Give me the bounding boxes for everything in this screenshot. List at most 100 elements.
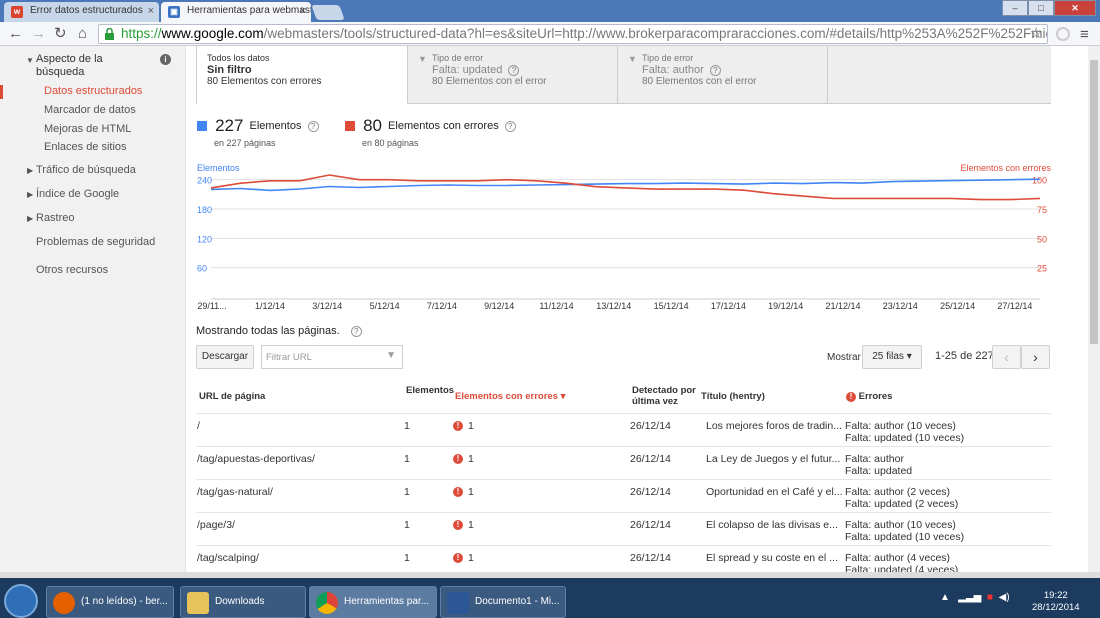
error-icon: ! xyxy=(846,392,856,402)
signal-icon[interactable]: ▂▃▅ xyxy=(958,592,981,603)
close-tab-icon[interactable]: × xyxy=(148,5,154,17)
errors-summary[interactable]: 80 Elementos con errores ? en 80 páginas xyxy=(345,116,516,148)
maximize-icon[interactable]: □ xyxy=(1028,0,1054,16)
cell-url[interactable]: /tag/gas-natural/ xyxy=(197,486,273,498)
cell-url[interactable]: /page/3/ xyxy=(197,519,235,531)
items-summary[interactable]: 227 Elementos ? en 227 páginas xyxy=(197,116,319,148)
error-icon: ! xyxy=(453,487,463,497)
sidebar-item-other-resources[interactable]: Otros recursos xyxy=(36,264,108,276)
taskbar-chrome[interactable]: Herramientas par... xyxy=(309,586,437,618)
x-tick-label: 23/12/14 xyxy=(883,301,918,311)
forward-icon[interactable]: → xyxy=(31,25,46,42)
col-errors[interactable]: Elementos con errores ▾ xyxy=(455,391,565,402)
system-tray: ▲ ▂▃▅ ■ ◀) xyxy=(940,592,1010,603)
cell-detected: 26/12/14 xyxy=(630,420,671,432)
cell-url[interactable]: /tag/scalping/ xyxy=(197,552,259,564)
filter-url-input[interactable]: Filtrar URL ▼ xyxy=(261,345,403,369)
menu-icon[interactable]: ≡ xyxy=(1080,26,1089,43)
cell-items: 1 xyxy=(404,453,410,465)
filter-tab-missing-author[interactable]: ▼ Tipo de error Falta: author ? 80 Eleme… xyxy=(618,46,828,104)
filter-tab-all[interactable]: Todos los datos Sin filtro 80 Elementos … xyxy=(196,46,408,104)
address-bar[interactable]: https://www.google.com/webmasters/tools/… xyxy=(98,24,1048,44)
table-row[interactable]: /page/3/1 1 26/12/14 El colapso de las divi… xyxy=(196,513,1051,546)
y-right-tick: 25 xyxy=(1037,264,1047,274)
taskbar-downloads[interactable]: Downloads xyxy=(180,586,306,618)
col-items[interactable]: Elementos xyxy=(406,385,454,396)
show-hidden-icons-icon[interactable]: ▲ xyxy=(940,592,950,603)
sidebar-item-security-issues[interactable]: Problemas de seguridad xyxy=(36,236,155,248)
sidebar-item-structured-data[interactable]: Datos estructurados xyxy=(44,85,142,97)
taskbar-word[interactable]: Documento1 - Mi... xyxy=(440,586,566,618)
network-alert-icon[interactable]: ■ xyxy=(987,592,993,603)
cell-errors: 1 xyxy=(468,453,474,465)
close-window-icon[interactable]: ✕ xyxy=(1054,0,1096,16)
scrollbar-thumb[interactable] xyxy=(1090,60,1098,344)
sidebar-item-sitelinks[interactable]: Enlaces de sitios xyxy=(44,141,127,153)
windows-start-icon[interactable] xyxy=(4,584,38,618)
col-detected[interactable]: Detectado por última vez xyxy=(632,385,698,407)
sidebar-item-html-improvements[interactable]: Mejoras de HTML xyxy=(44,123,131,135)
browser-toolbar: ← → ↻ ⌂ https://www.google.com/webmaster… xyxy=(0,22,1100,46)
cell-detected: 26/12/14 xyxy=(630,519,671,531)
cell-detected: 26/12/14 xyxy=(630,453,671,465)
error-line: Falta: author (10 veces) xyxy=(845,420,956,432)
x-tick-label: 1/12/14 xyxy=(255,301,285,311)
cell-title: Los mejores foros de tradin... xyxy=(706,420,842,432)
filter-tab-missing-updated[interactable]: ▼ Tipo de error Falta: updated ? 80 Elem… xyxy=(408,46,618,104)
close-tab-icon[interactable]: × xyxy=(300,5,306,17)
sidebar-item-search-traffic[interactable]: Tráfico de búsqueda xyxy=(36,164,136,176)
error-line: Falta: updated (2 veces) xyxy=(845,498,959,510)
sidebar-item-google-index[interactable]: Índice de Google xyxy=(36,188,119,200)
sidebar-item-data-highlighter[interactable]: Marcador de datos xyxy=(44,104,136,116)
funnel-icon: ▼ xyxy=(386,350,396,361)
browser-tab-active[interactable]: ▣ Herramientas para webmaster × xyxy=(161,2,311,22)
vertical-scrollbar[interactable] xyxy=(1088,46,1100,572)
y-left-tick: 240 xyxy=(197,176,212,186)
back-icon[interactable]: ← xyxy=(8,25,23,42)
next-page-button[interactable]: › xyxy=(1021,345,1050,369)
filter-tabs: Todos los datos Sin filtro 80 Elementos … xyxy=(196,46,1051,104)
prev-page-button[interactable]: ‹ xyxy=(992,345,1021,369)
cell-url[interactable]: /tag/apuestas-deportivas/ xyxy=(197,453,315,465)
x-tick-label: 17/12/14 xyxy=(711,301,746,311)
taskbar-firefox[interactable]: (1 no leídos) - ber... xyxy=(46,586,174,618)
new-tab-button[interactable] xyxy=(311,5,345,20)
info-icon[interactable]: i xyxy=(160,54,171,65)
tab-strip: w Error datos estructurados × ▣ Herramie… xyxy=(0,0,1100,22)
sidebar-item-crawl[interactable]: Rastreo xyxy=(36,212,75,224)
help-icon[interactable]: ? xyxy=(504,120,516,132)
error-line: Falta: author (10 veces) xyxy=(845,519,956,531)
table-row[interactable]: /tag/gas-natural/1 1 26/12/14 Oportunidad e… xyxy=(196,480,1051,513)
rows-per-page-select[interactable]: 25 filas ▾ xyxy=(862,345,922,369)
col-title[interactable]: Título (hentry) xyxy=(701,391,765,402)
y-left-axis-title: Elementos xyxy=(197,163,240,173)
cell-title: Oportunidad en el Café y el... xyxy=(706,486,843,498)
home-icon[interactable]: ⌂ xyxy=(78,25,87,42)
help-icon[interactable]: ? xyxy=(709,64,721,76)
table-row[interactable]: /tag/apuestas-deportivas/1 1 26/12/14 La Le… xyxy=(196,447,1051,480)
sidebar-section-search-appearance[interactable]: Aspecto de la búsqueda xyxy=(36,53,146,79)
folder-icon xyxy=(187,592,209,614)
extension-icon[interactable] xyxy=(1056,27,1070,41)
volume-icon[interactable]: ◀) xyxy=(999,592,1010,603)
horizontal-scrollbar[interactable] xyxy=(0,572,1100,578)
help-icon[interactable]: ? xyxy=(508,64,520,76)
col-url[interactable]: URL de página xyxy=(199,391,265,402)
download-button[interactable]: Descargar xyxy=(196,345,254,369)
table-row[interactable]: / 1 1 26/12/14 Los mejores foros de tradin..… xyxy=(196,414,1051,447)
help-icon[interactable]: ? xyxy=(350,325,362,337)
cell-title: El colapso de las divisas e... xyxy=(706,519,838,531)
minimize-icon[interactable]: – xyxy=(1002,0,1028,16)
reload-icon[interactable]: ↻ xyxy=(54,25,67,42)
cell-error-list: Falta: author (2 veces) Falta: updated (2… xyxy=(845,486,958,510)
error-icon: ! xyxy=(453,553,463,563)
cell-errors: 1 xyxy=(468,519,474,531)
browser-tab[interactable]: w Error datos estructurados × xyxy=(4,2,159,22)
help-icon[interactable]: ? xyxy=(307,120,319,132)
table-header: URL de página Elementos Elementos con er… xyxy=(196,379,1051,414)
taskbar-clock[interactable]: 19:22 28/12/2014 xyxy=(1032,590,1080,614)
items-series-line xyxy=(210,178,1041,192)
cell-url[interactable]: / xyxy=(197,420,200,432)
col-error-list[interactable]: ! Errores xyxy=(846,391,892,402)
bookmark-star-icon[interactable]: ☆ xyxy=(1030,25,1043,43)
